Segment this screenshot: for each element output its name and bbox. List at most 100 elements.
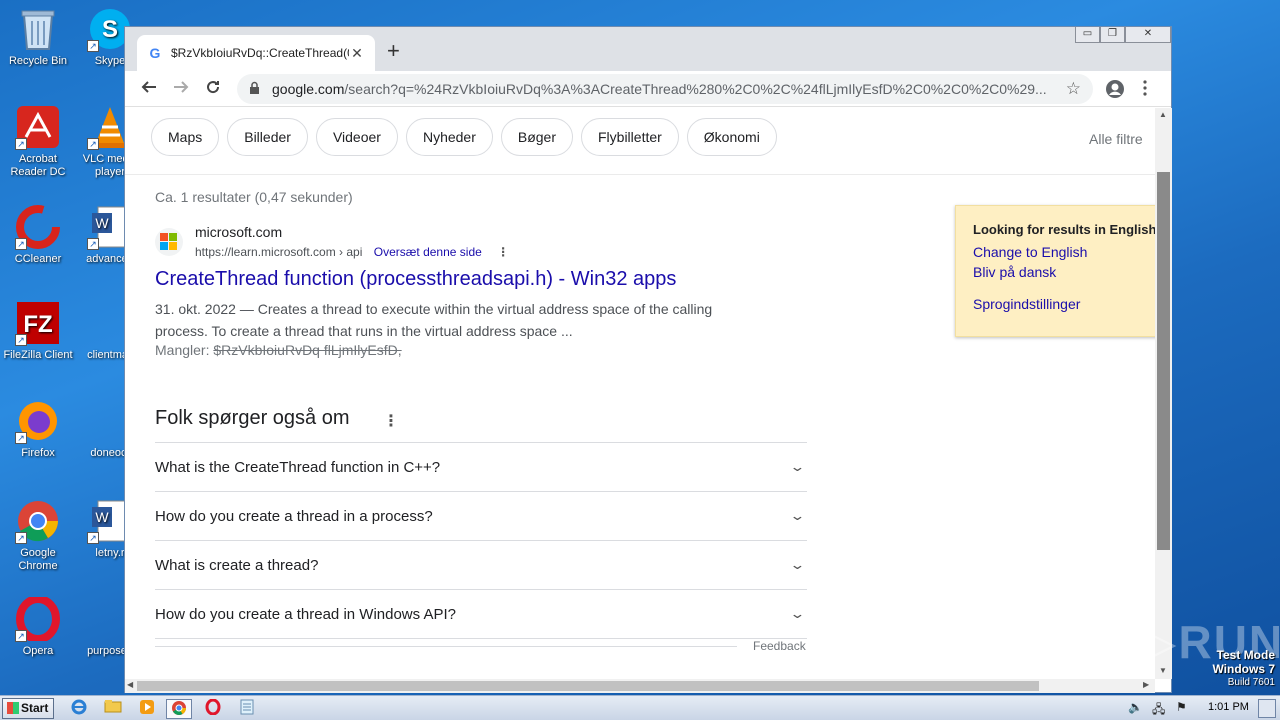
firefox-icon: ↗ (15, 398, 61, 444)
stay-danish-link[interactable]: Bliv på dansk (973, 264, 1155, 280)
new-tab-button[interactable]: + (387, 39, 400, 63)
address-bar[interactable]: google.com /search?q=%24RzVkbIoiuRvDq%3A… (237, 74, 1093, 104)
back-button[interactable] (137, 77, 161, 101)
paa-question[interactable]: How do you create a thread in a process?… (155, 492, 807, 541)
filter-chips: Maps Billeder Videoer Nyheder Bøger Flyb… (151, 118, 777, 156)
chevron-down-icon: ⌄ (789, 459, 806, 474)
window-controls: ▭ ❐ ✕ (1075, 27, 1171, 43)
chevron-down-icon: ⌄ (789, 557, 806, 572)
taskbar-ie-icon[interactable] (66, 699, 92, 719)
ccleaner-icon: ↗ (15, 204, 61, 250)
taskbar-clock[interactable]: 1:01 PM (1208, 701, 1249, 713)
svg-text:W: W (95, 215, 109, 231)
paa-question[interactable]: What is create a thread? ⌄ (155, 541, 807, 590)
result-more-icon[interactable]: ⋮ (497, 245, 509, 259)
reload-button[interactable] (201, 77, 225, 101)
chip-finance[interactable]: Økonomi (686, 118, 777, 156)
profile-avatar-icon[interactable] (1105, 79, 1125, 104)
shortcut-arrow-icon: ↗ (15, 532, 27, 544)
svg-text:S: S (102, 16, 118, 43)
paa-question[interactable]: How do you create a thread in Windows AP… (155, 590, 807, 639)
reload-icon (207, 81, 220, 94)
acrobat-icon: ↗ (15, 104, 61, 150)
menu-kebab-icon[interactable] (1143, 80, 1147, 101)
taskbar-media-player-icon[interactable] (134, 699, 160, 719)
horizontal-scroll-thumb[interactable] (137, 681, 1039, 691)
network-icon[interactable]: 🖧 (1152, 700, 1165, 720)
browser-toolbar: google.com /search?q=%24RzVkbIoiuRvDq%3A… (125, 71, 1171, 107)
translate-link[interactable]: Oversæt denne side (374, 245, 482, 259)
chevron-down-icon: ⌄ (789, 606, 806, 621)
shortcut-arrow-icon: ↗ (87, 138, 99, 150)
bookmark-star-icon[interactable]: ☆ (1066, 79, 1081, 99)
feedback-link[interactable]: Feedback (753, 639, 806, 653)
close-window-button[interactable]: ✕ (1125, 27, 1171, 43)
vertical-scroll-thumb[interactable] (1157, 172, 1170, 550)
minimize-button[interactable]: ▭ (1075, 27, 1100, 43)
tab-close-icon[interactable]: ✕ (349, 45, 365, 62)
result-stats: Ca. 1 resultater (0,47 sekunder) (155, 189, 353, 205)
chip-images[interactable]: Billeder (227, 118, 308, 156)
desktop-icon-firefox[interactable]: ↗ Firefox (0, 398, 76, 460)
scroll-up-icon[interactable]: ▲ (1159, 110, 1167, 119)
horizontal-scrollbar[interactable]: ◀ ▶ (125, 679, 1155, 693)
people-also-ask-heading: Folk spørger også om (155, 407, 350, 429)
scroll-left-icon[interactable]: ◀ (127, 680, 133, 689)
desktop-icon-acrobat[interactable]: ↗ Acrobat Reader DC (0, 104, 76, 179)
chip-videos[interactable]: Videoer (315, 118, 398, 156)
start-button[interactable]: Start (2, 698, 54, 719)
taskbar: Start 🔈 🖧 ⚑ 1:01 PM (0, 695, 1280, 720)
show-desktop-button[interactable] (1258, 699, 1276, 718)
google-favicon-icon: G (149, 45, 161, 61)
chip-news[interactable]: Nyheder (405, 118, 493, 156)
divider (155, 646, 737, 647)
forward-button[interactable] (169, 77, 193, 101)
result-snippet: 31. okt. 2022 — Creates a thread to exec… (155, 301, 713, 339)
divider (125, 174, 1155, 175)
filezilla-icon: FZ ↗ (15, 300, 61, 346)
shortcut-arrow-icon: ↗ (15, 334, 27, 346)
desktop-icon-opera[interactable]: ↗ Opera (0, 596, 76, 658)
chrome-icon: ↗ (15, 498, 61, 544)
shortcut-arrow-icon: ↗ (15, 238, 27, 250)
shortcut-arrow-icon: ↗ (15, 138, 27, 150)
paa-question[interactable]: What is the CreateThread function in C++… (155, 443, 807, 492)
chip-maps[interactable]: Maps (151, 118, 220, 156)
action-center-flag-icon[interactable]: ⚑ (1176, 700, 1187, 714)
taskbar-notepad-icon[interactable] (234, 699, 260, 719)
url-path: /search?q=%24RzVkbIoiuRvDq%3A%3ACreateTh… (344, 81, 1047, 97)
chip-books[interactable]: Bøger (500, 118, 573, 156)
taskbar-explorer-icon[interactable] (100, 699, 126, 719)
search-results-page: Maps Billeder Videoer Nyheder Bøger Flyb… (125, 108, 1155, 679)
desktop-icon-ccleaner[interactable]: ↗ CCleaner (0, 204, 76, 266)
all-filters-button[interactable]: Alle filtre (1089, 131, 1143, 147)
scroll-right-icon[interactable]: ▶ (1143, 680, 1149, 689)
chevron-down-icon: ⌄ (789, 508, 806, 523)
windows-flag-icon (7, 702, 19, 714)
test-mode-notice: Test Mode Windows 7 Build 7601 (1212, 648, 1275, 688)
chip-flights[interactable]: Flybilletter (581, 118, 679, 156)
shortcut-arrow-icon: ↗ (87, 532, 99, 544)
taskbar-chrome-icon[interactable] (166, 699, 192, 719)
paa-more-icon[interactable]: ⋮ (383, 411, 399, 431)
result-site-name: microsoft.com (195, 224, 283, 240)
back-arrow-icon (141, 81, 156, 93)
missing-terms-value: $RzVkbIoiuRvDq flLjmIlyEsfD, (213, 342, 402, 358)
desktop-icon-filezilla[interactable]: FZ ↗ FileZilla Client (0, 300, 76, 362)
people-also-ask: What is the CreateThread function in C++… (155, 442, 807, 639)
microsoft-logo-icon (155, 228, 183, 256)
desktop-icon-recycle-bin[interactable]: Recycle Bin (0, 6, 76, 68)
maximize-button[interactable]: ❐ (1100, 27, 1125, 43)
chrome-window: G $RzVkbIoiuRvDq::CreateThread(0,0, ✕ + … (124, 26, 1172, 693)
svg-text:W: W (95, 509, 109, 525)
vertical-scrollbar[interactable]: ▲ ▼ (1155, 108, 1172, 679)
opera-icon: ↗ (15, 596, 61, 642)
language-settings-link[interactable]: Sprogindstillinger (973, 296, 1155, 312)
result-cite: https://learn.microsoft.com › api (195, 245, 363, 259)
browser-tab[interactable]: G $RzVkbIoiuRvDq::CreateThread(0,0, ✕ (137, 35, 375, 71)
volume-icon[interactable]: 🔈 (1128, 700, 1143, 714)
result-title-link[interactable]: CreateThread function (processthreadsapi… (155, 268, 676, 291)
taskbar-opera-icon[interactable] (200, 698, 226, 719)
change-to-english-link[interactable]: Change to English (973, 244, 1155, 260)
desktop-icon-chrome[interactable]: ↗ Google Chrome (0, 498, 76, 573)
